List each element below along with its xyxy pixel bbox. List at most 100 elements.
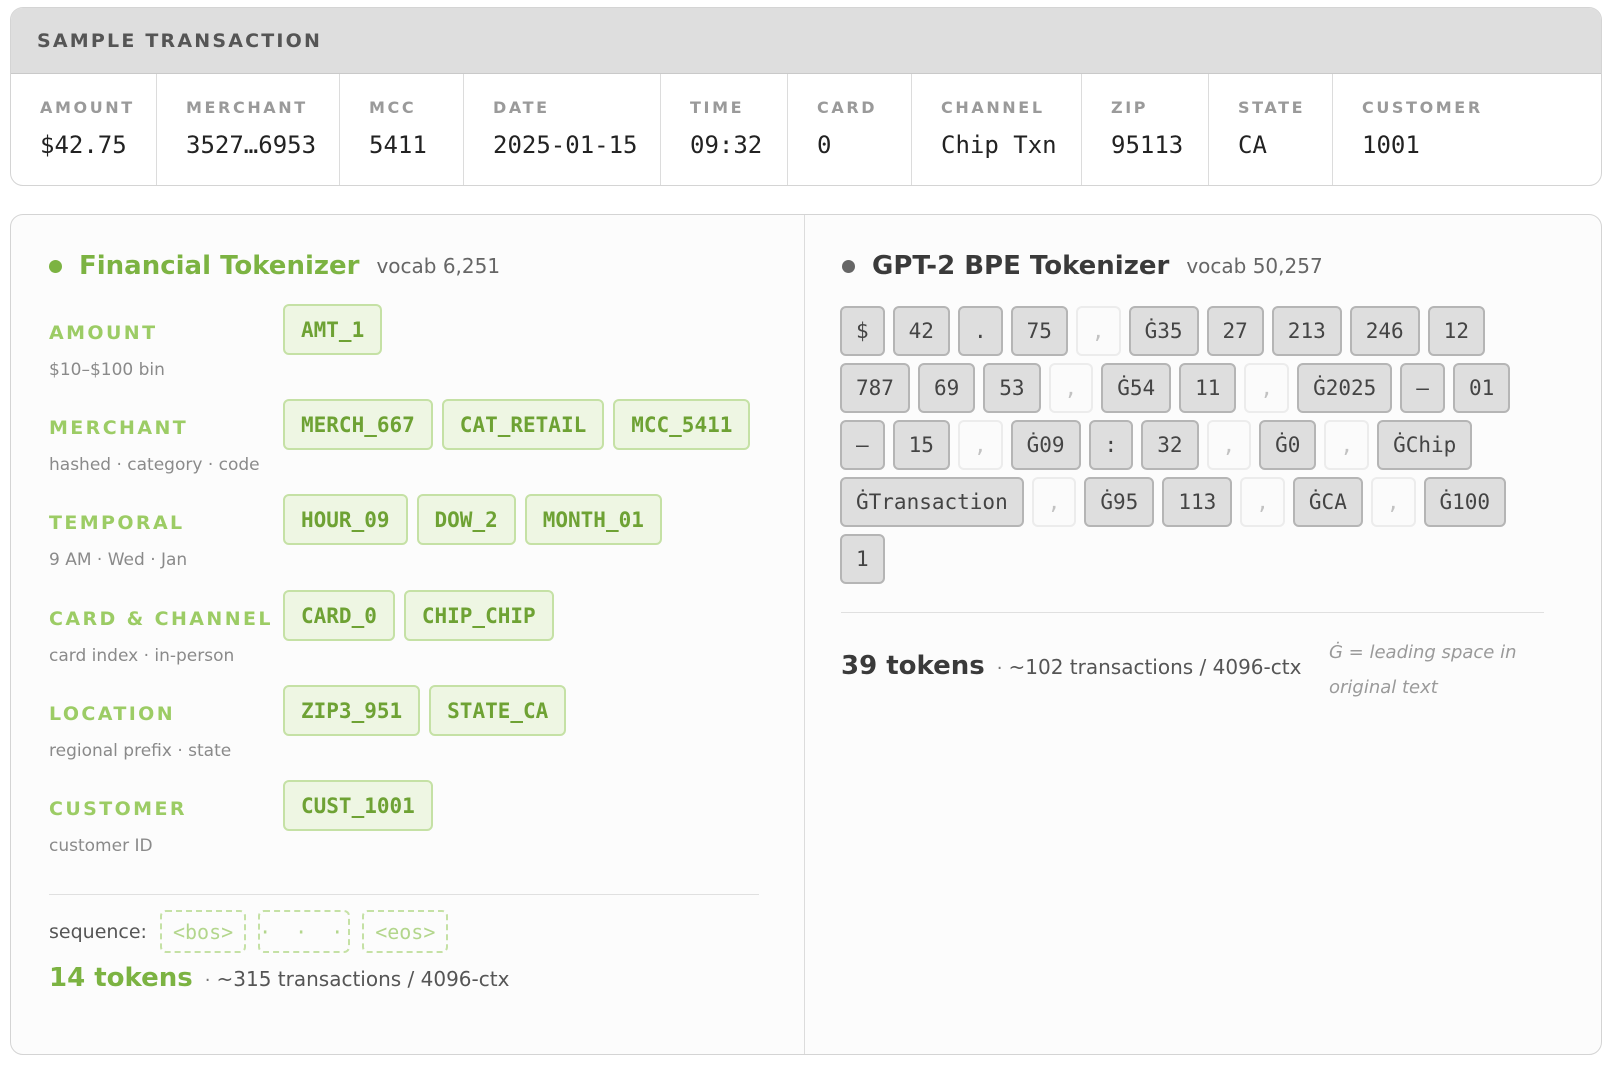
financial-token: MERCH_667 [283,399,433,450]
field-group-description: card index · in-person [49,646,235,666]
financial-token: CUST_1001 [283,780,433,831]
txn-field-channel: CHANNEL Chip Txn [912,74,1082,185]
transaction-fields: AMOUNT $42.75 MERCHANT 3527…6953 MCC 5411 DATE… [11,74,1601,185]
field-group-label: MERCHANT [49,417,189,439]
txn-field-value: 1001 [1362,131,1420,159]
bpe-token: , [1048,363,1094,413]
bpe-token: Ġ0 [1259,420,1317,470]
field-group-description: customer ID [49,836,153,856]
bpe-token: 787 [840,363,910,413]
tokenizer-comparison-card: Financial Tokenizer vocab 6,251 AMOUNT $1… [10,214,1602,1055]
txn-field-label: STATE [1238,98,1306,117]
sequence-row: sequence: <bos> · · · <eos> [49,910,460,953]
bpe-token: 213 [1271,306,1342,356]
txn-field-label: DATE [493,98,550,117]
bpe-token: – [1400,363,1445,413]
txn-field-label: CARD [817,98,878,117]
financial-token-group: AMT_1 [283,304,383,355]
bpe-token: 75 [1010,306,1068,356]
field-group-label: LOCATION [49,703,176,725]
bpe-token: Ġ35 [1128,306,1199,356]
bpe-token: 15 [892,420,950,470]
gpt2-tokenizer-title: GPT-2 BPE Tokenizer [872,251,1170,281]
bpe-token: , [1324,420,1370,470]
bpe-token: Ġ54 [1101,363,1172,413]
bpe-token: , [1075,306,1121,356]
txn-field-customer: CUSTOMER 1001 [1333,74,1559,185]
bpe-token: 246 [1349,306,1420,356]
bpe-token: , [1370,477,1416,527]
txn-field-value: 0 [817,131,832,159]
bpe-token: , [1031,477,1077,527]
sample-transaction-header: SAMPLE TRANSACTION [11,8,1601,74]
financial-token-group: MERCH_667 CAT_RETAIL MCC_5411 [283,399,751,450]
ellipsis-token: · · · [258,910,351,953]
txn-field-label: CUSTOMER [1362,98,1483,117]
financial-token-group: HOUR_09 DOW_2 MONTH_01 [283,494,662,545]
bpe-token: $ [840,306,885,356]
txn-field-amount: AMOUNT $42.75 [11,74,157,185]
leading-space-note: Ġ = leading space in original text [1329,642,1517,698]
txn-field-time: TIME 09:32 [661,74,788,185]
divider [49,894,759,895]
stat-separator: · [204,970,211,991]
financial-vocab-size: vocab 6,251 [376,254,501,278]
gpt2-tokenizer-header: GPT-2 BPE Tokenizer vocab 50,257 [842,251,1323,281]
txn-field-value: 09:32 [690,131,763,159]
financial-tokenizer-pane: Financial Tokenizer vocab 6,251 AMOUNT $1… [11,215,805,1054]
txn-field-value: 5411 [369,131,427,159]
txn-field-label: ZIP [1111,98,1149,117]
financial-token: DOW_2 [416,494,516,545]
gpt2-stats: 39 tokens · ~102 transactions / 4096-ctx [841,651,1301,681]
txn-field-label: TIME [690,98,745,117]
gpt2-tokenizer-pane: GPT-2 BPE Tokenizer vocab 50,257 $42. 75,… [805,215,1601,1054]
txn-field-date: DATE 2025-01-15 [464,74,661,185]
financial-token: CHIP_CHIP [403,590,554,641]
field-group-description: regional prefix · state [49,741,232,761]
gray-dot-icon [842,259,855,273]
field-group-label: TEMPORAL [49,512,185,534]
field-group-label: CARD & CHANNEL [49,608,273,630]
txn-field-value: 3527…6953 [186,131,317,159]
sample-transaction-title: SAMPLE TRANSACTION [37,29,323,52]
bpe-token: 01 [1452,363,1511,413]
bpe-token: 32 [1141,420,1199,470]
eos-token: <eos> [362,910,449,953]
txn-field-value: 2025-01-15 [493,131,638,159]
txn-field-label: AMOUNT [40,98,135,117]
field-group-description: 9 AM · Wed · Jan [49,550,188,570]
bos-token: <bos> [159,910,247,953]
financial-token: ZIP3_951 [283,685,421,736]
bpe-token: 113 [1162,477,1233,527]
bpe-token: , [1240,477,1285,527]
gpt2-vocab-size: vocab 50,257 [1186,254,1323,278]
financial-token-group: CARD_0 CHIP_CHIP [283,590,554,641]
bpe-token: ĠChip [1377,420,1473,470]
bpe-token: : [1088,420,1134,470]
divider [841,612,1544,613]
bpe-token: 1 [840,534,885,584]
txn-field-zip: ZIP 95113 [1082,74,1209,185]
bpe-token: , [1244,363,1290,413]
bpe-token: 12 [1427,306,1485,356]
field-group-description: $10–$100 bin [49,360,165,380]
txn-field-value: 95113 [1111,131,1184,159]
green-dot-icon [49,259,62,273]
financial-token: CAT_RETAIL [441,399,605,450]
gpt2-token-list: $42. 75, Ġ35 27 213 246 12 787 69 53, Ġ54 11, Ġ2025–… [840,306,1560,591]
field-group-description: hashed · category · code [49,455,260,475]
bpe-token: . [957,306,1003,356]
financial-token: STATE_CA [429,685,567,736]
txn-field-value: Chip Txn [941,131,1057,159]
financial-stats: 14 tokens · ~315 transactions / 4096-ctx [49,963,509,993]
txn-field-state: STATE CA [1209,74,1333,185]
bpe-token: Ġ95 [1084,477,1155,527]
gpt2-token-count: 39 tokens [841,651,985,681]
txn-field-card: CARD 0 [788,74,912,185]
bpe-token: 53 [983,363,1041,413]
financial-capacity: ~315 transactions / 4096-ctx [216,967,510,991]
bpe-token: Ġ2025 [1297,363,1393,413]
financial-token: MONTH_01 [524,494,662,545]
bpe-token: , [1206,420,1252,470]
txn-field-label: MCC [369,98,417,117]
